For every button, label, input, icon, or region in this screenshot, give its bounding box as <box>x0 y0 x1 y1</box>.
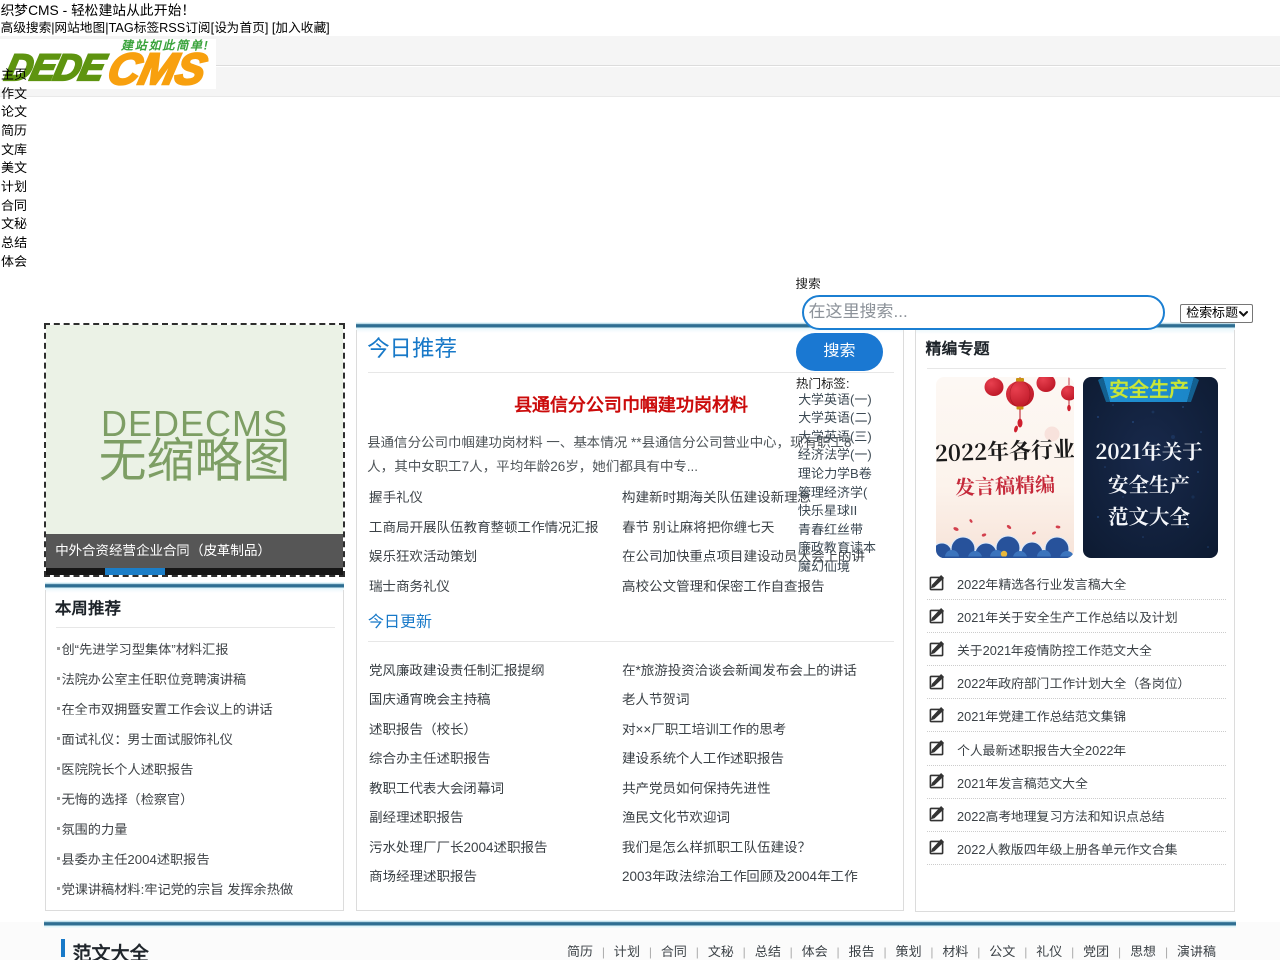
svg-text:建站如此简单!: 建站如此简单! <box>120 39 210 54</box>
svg-text:安全生产: 安全生产 <box>1108 468 1190 498</box>
svg-text:发言稿精编: 发言稿精编 <box>954 468 1055 500</box>
svg-text:范文大全: 范文大全 <box>1108 500 1190 530</box>
svg-text:2022年各行业: 2022年各行业 <box>936 433 1074 469</box>
svg-text:2021年关于: 2021年关于 <box>1095 435 1203 465</box>
svg-text:安全生产: 安全生产 <box>1109 377 1189 403</box>
